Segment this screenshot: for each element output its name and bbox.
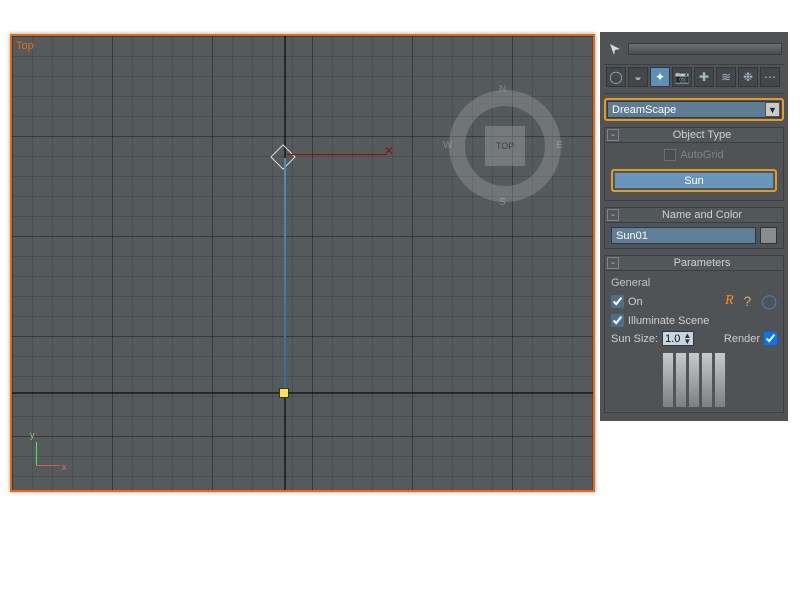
sun-object-base[interactable] [279, 388, 289, 398]
rollup-title: Name and Color [623, 209, 781, 221]
spacewarps-icon[interactable]: ≋ [716, 67, 736, 87]
collapse-icon[interactable]: - [607, 209, 619, 221]
rollup-name-and-color: - Name and Color Sun01 [604, 207, 784, 249]
script-r-icon[interactable]: R [725, 293, 734, 310]
compass-s: S [499, 197, 506, 208]
category-dropdown-label: DreamScape [608, 104, 765, 116]
sun-object-stem[interactable] [284, 158, 286, 392]
chevron-down-icon[interactable]: ▼ [765, 102, 780, 117]
sun-size-value: 1.0 [665, 333, 680, 345]
axis-tripod[interactable]: x y [26, 430, 72, 476]
select-arrow-icon[interactable] [606, 40, 624, 58]
viewcube-top[interactable]: TOP [485, 126, 525, 166]
systems-icon[interactable]: ❉ [738, 67, 758, 87]
object-color-swatch[interactable] [760, 227, 777, 244]
highlight-sun-button: Sun [611, 169, 777, 192]
sun-size-spinner[interactable]: 1.0 ▲▼ [662, 331, 694, 346]
rollup-header-object-type[interactable]: - Object Type [604, 127, 784, 143]
shapes-icon[interactable]: ◒ [628, 67, 648, 87]
sun-size-label: Sun Size: [611, 333, 658, 345]
compass-e: E [556, 140, 563, 151]
compass-n: N [499, 84, 506, 95]
axis-y-label: y [30, 430, 35, 440]
highlight-category: DreamScape ▼ [604, 98, 784, 121]
spinner-arrows-icon[interactable]: ▲▼ [680, 333, 691, 345]
create-category-shelf: ◯ ◒ ✦ 📷 ✚ ≋ ❉ ⋯ [604, 64, 784, 94]
axis-x-label: x [62, 462, 67, 472]
viewport-top[interactable]: Top TOP N E S W x y [10, 34, 595, 492]
rollup-object-type: - Object Type AutoGrid Sun [604, 127, 784, 201]
rollup-title: Parameters [623, 257, 781, 269]
help-icon[interactable]: ? [744, 293, 752, 310]
category-dropdown[interactable]: DreamScape ▼ [607, 101, 781, 118]
axis-x-icon [36, 465, 60, 466]
autogrid-row: AutoGrid [611, 147, 777, 165]
command-panel: ◯ ◒ ✦ 📷 ✚ ≋ ❉ ⋯ DreamScape ▼ - Object Ty… [600, 32, 788, 421]
view-compass[interactable]: TOP N E S W [449, 90, 561, 202]
viewport-label: Top [16, 40, 34, 52]
orbit-icon[interactable]: ◯ [761, 293, 777, 310]
autogrid-checkbox [664, 149, 676, 161]
rollup-header-parameters[interactable]: - Parameters [604, 255, 784, 271]
rollup-header-name-and-color[interactable]: - Name and Color [604, 207, 784, 223]
rollup-parameters: - Parameters General On R ? ◯ Illuminate… [604, 255, 784, 413]
rollup-title: Object Type [623, 129, 781, 141]
lights-icon[interactable]: ✦ [650, 67, 670, 87]
collapse-icon[interactable]: - [607, 129, 619, 141]
illuminate-scene-checkbox[interactable] [611, 314, 624, 327]
collapse-icon[interactable]: - [607, 257, 619, 269]
sun-button[interactable]: Sun [614, 172, 774, 189]
on-label: On [628, 296, 643, 308]
render-checkbox[interactable] [764, 332, 777, 345]
more-icon[interactable]: ⋯ [760, 67, 780, 87]
render-label: Render [724, 333, 760, 345]
sun-target-line [287, 154, 387, 155]
object-name-input[interactable]: Sun01 [611, 227, 756, 244]
cameras-icon[interactable]: 📷 [672, 67, 692, 87]
grid-major-horizontal [12, 392, 593, 394]
geometry-icon[interactable]: ◯ [606, 67, 626, 87]
compass-w: W [443, 140, 452, 151]
prompt-bar[interactable] [628, 43, 782, 55]
group-general-label: General [611, 275, 777, 291]
axis-y-icon [36, 442, 37, 466]
on-checkbox[interactable] [611, 295, 624, 308]
helpers-icon[interactable]: ✚ [694, 67, 714, 87]
autogrid-label: AutoGrid [680, 149, 723, 161]
gradient-preview[interactable] [611, 352, 777, 408]
illuminate-scene-label: Illuminate Scene [628, 315, 709, 327]
